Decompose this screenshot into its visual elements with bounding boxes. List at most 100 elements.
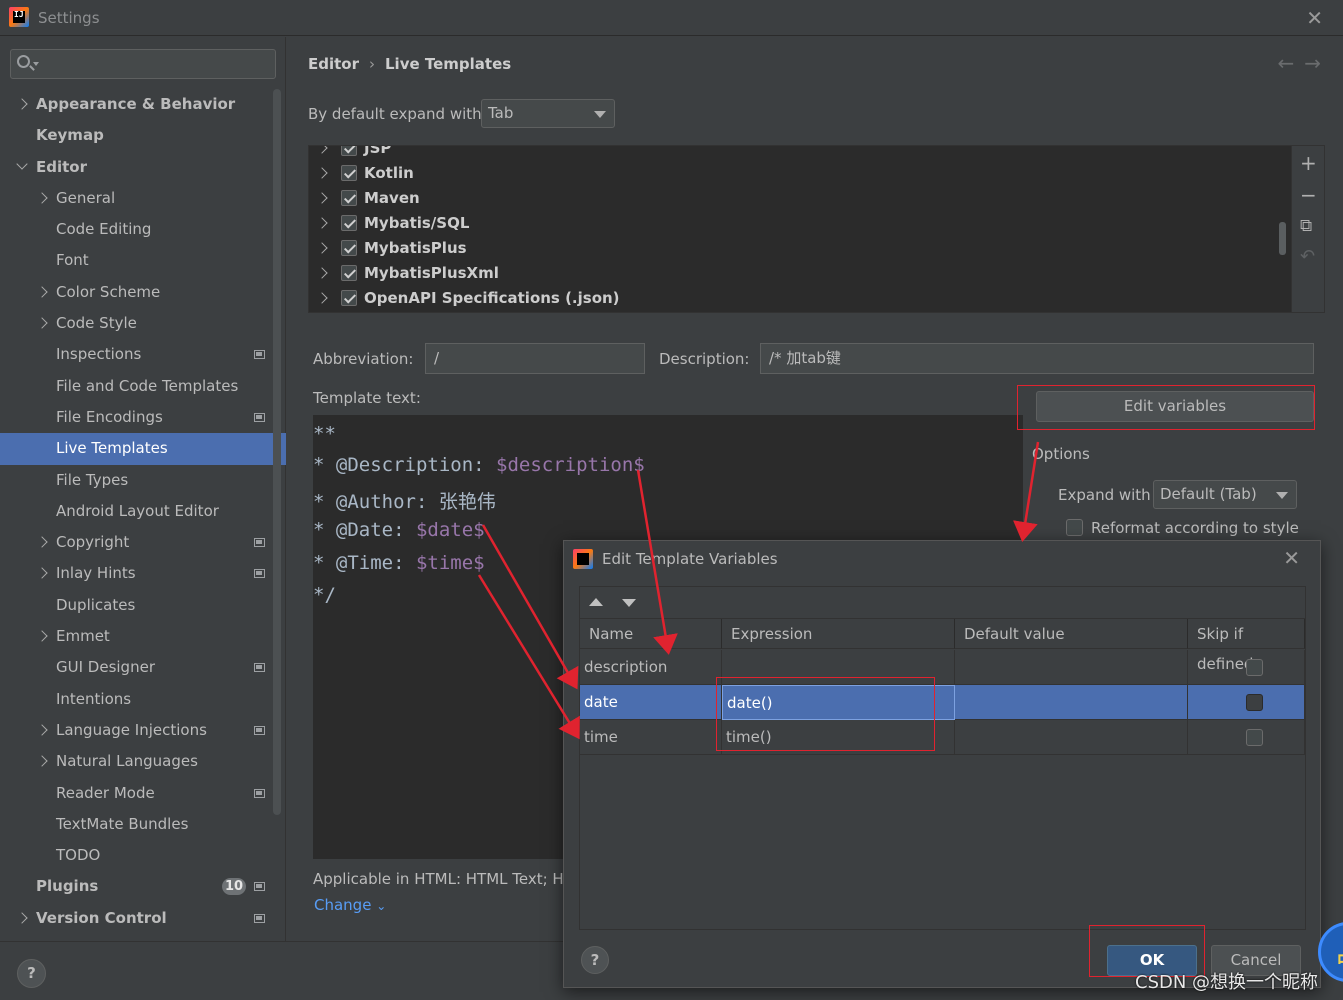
remove-icon[interactable]: − <box>1300 183 1317 207</box>
column-header-expression[interactable]: Expression <box>722 619 955 649</box>
cell-default-value[interactable] <box>955 685 1188 720</box>
template-group-checkbox[interactable] <box>341 146 357 156</box>
cell-name[interactable]: time <box>580 720 722 755</box>
sidebar-item-appearance-behavior[interactable]: Appearance & Behavior <box>0 89 272 120</box>
settings-search-input[interactable] <box>10 49 276 79</box>
ime-badge-text: 中 <box>1337 947 1343 973</box>
add-icon[interactable]: + <box>1300 151 1317 175</box>
sidebar-item-language-injections[interactable]: Language Injections <box>0 715 272 746</box>
template-group-row[interactable]: Mybatis/SQL <box>309 211 1289 236</box>
template-group-row[interactable]: JSP <box>309 146 1289 161</box>
sidebar-item-live-templates[interactable]: Live Templates <box>0 433 286 465</box>
back-arrow-icon[interactable]: ← <box>1277 51 1304 75</box>
change-contexts-link[interactable]: Change ⌄ <box>314 896 386 914</box>
close-icon[interactable]: ✕ <box>1283 546 1300 570</box>
table-row[interactable]: date date() <box>580 685 1305 720</box>
sidebar-item-code-style[interactable]: Code Style <box>0 308 272 339</box>
sidebar-item-plugins[interactable]: Plugins 10 <box>0 871 272 902</box>
chevron-right-icon[interactable] <box>36 286 48 298</box>
chevron-right-icon[interactable] <box>316 192 328 204</box>
restore-icon[interactable]: ↶ <box>1300 246 1315 267</box>
sidebar-item-general[interactable]: General <box>0 183 272 214</box>
template-group-row[interactable]: Maven <box>309 186 1289 211</box>
close-icon[interactable]: ✕ <box>1306 6 1323 30</box>
chevron-right-icon[interactable] <box>16 912 28 924</box>
help-button[interactable]: ? <box>17 959 46 988</box>
sidebar-item-todo[interactable]: TODO <box>0 840 272 871</box>
sidebar-item-intentions[interactable]: Intentions <box>0 684 272 715</box>
search-history-dropdown-icon[interactable] <box>33 62 39 66</box>
template-group-checkbox[interactable] <box>341 240 357 256</box>
template-group-checkbox[interactable] <box>341 215 357 231</box>
chevron-right-icon[interactable] <box>316 292 328 304</box>
breadcrumb-editor[interactable]: Editor <box>308 55 359 73</box>
sidebar-item-textmate-bundles[interactable]: TextMate Bundles <box>0 809 272 840</box>
chevron-right-icon[interactable] <box>316 217 328 229</box>
sidebar-item-inlay-hints[interactable]: Inlay Hints <box>0 558 272 589</box>
copy-icon[interactable]: ⧉ <box>1300 216 1312 236</box>
skip-if-defined-checkbox[interactable] <box>1246 729 1263 746</box>
sidebar-item-gui-designer[interactable]: GUI Designer <box>0 652 272 683</box>
default-expand-select[interactable]: Tab <box>481 99 615 128</box>
cell-default-value[interactable] <box>955 720 1188 755</box>
skip-if-defined-checkbox[interactable] <box>1246 659 1263 676</box>
template-group-checkbox[interactable] <box>341 265 357 281</box>
chevron-right-icon[interactable] <box>316 267 328 279</box>
column-header-skip-if-defined[interactable]: Skip if defined <box>1188 619 1305 673</box>
column-header-default-value[interactable]: Default value <box>955 619 1188 649</box>
sidebar-item-natural-languages[interactable]: Natural Languages <box>0 746 272 777</box>
template-group-checkbox[interactable] <box>341 290 357 306</box>
sidebar-item-android-layout-editor[interactable]: Android Layout Editor <box>0 496 272 527</box>
template-group-row[interactable]: MybatisPlusXml <box>309 261 1289 286</box>
chevron-right-icon[interactable] <box>36 567 48 580</box>
description-input[interactable]: /* 加tab键 <box>760 343 1314 374</box>
sidebar-item-file-types[interactable]: File Types <box>0 465 272 496</box>
chevron-right-icon[interactable] <box>16 98 28 110</box>
chevron-right-icon[interactable] <box>316 146 328 154</box>
template-group-row[interactable]: Kotlin <box>309 161 1289 186</box>
template-list-scrollbar[interactable] <box>1279 222 1286 255</box>
chevron-right-icon[interactable] <box>36 724 48 736</box>
expand-with-select[interactable]: Default (Tab) <box>1153 480 1297 509</box>
template-group-row[interactable]: MybatisPlus <box>309 236 1289 261</box>
chevron-right-icon[interactable] <box>36 630 48 642</box>
sidebar-item-font[interactable]: Font <box>0 245 272 276</box>
default-expand-value: Tab <box>488 104 514 122</box>
sidebar-item-inspections[interactable]: Inspections <box>0 339 272 370</box>
template-group-checkbox[interactable] <box>341 165 357 181</box>
template-group-checkbox[interactable] <box>341 190 357 206</box>
template-group-row[interactable]: OpenAPI Specifications (.json) <box>309 286 1289 311</box>
sidebar-item-emmet[interactable]: Emmet <box>0 621 272 652</box>
dialog-help-button[interactable]: ? <box>581 946 609 974</box>
sidebar-item-keymap[interactable]: Keymap <box>0 120 272 151</box>
chevron-right-icon[interactable] <box>36 317 48 329</box>
chevron-down-icon[interactable] <box>16 157 28 170</box>
table-row[interactable]: time time() <box>580 720 1305 755</box>
abbreviation-input[interactable]: / <box>425 343 645 374</box>
sidebar-item-duplicates[interactable]: Duplicates <box>0 590 272 621</box>
column-header-name[interactable]: Name <box>580 619 722 649</box>
sidebar-item-version-control[interactable]: Version Control <box>0 903 272 934</box>
reformat-checkbox[interactable] <box>1066 519 1083 536</box>
sidebar-item-reader-mode[interactable]: Reader Mode <box>0 778 272 809</box>
sidebar-item-copyright[interactable]: Copyright <box>0 527 272 558</box>
chevron-right-icon[interactable] <box>36 755 48 767</box>
table-row[interactable]: description <box>580 650 1305 685</box>
sidebar-item-editor[interactable]: Editor <box>0 152 272 183</box>
chevron-right-icon[interactable] <box>316 242 328 254</box>
skip-if-defined-checkbox[interactable] <box>1246 694 1263 711</box>
sidebar-scrollbar[interactable] <box>273 89 281 815</box>
sidebar-item-code-editing[interactable]: Code Editing <box>0 214 272 245</box>
move-down-icon[interactable] <box>622 599 636 607</box>
move-up-icon[interactable] <box>589 598 603 606</box>
cell-name[interactable]: description <box>580 650 722 685</box>
chevron-right-icon[interactable] <box>36 536 48 548</box>
cell-name[interactable]: date <box>580 685 722 720</box>
chevron-right-icon[interactable] <box>36 192 48 204</box>
forward-arrow-icon[interactable]: → <box>1304 51 1331 75</box>
sidebar-item-file-and-code-templates[interactable]: File and Code Templates <box>0 371 272 402</box>
sidebar-item-file-encodings[interactable]: File Encodings <box>0 402 272 433</box>
sidebar-item-color-scheme[interactable]: Color Scheme <box>0 277 272 308</box>
cell-default-value[interactable] <box>955 650 1188 685</box>
chevron-right-icon[interactable] <box>316 167 328 179</box>
